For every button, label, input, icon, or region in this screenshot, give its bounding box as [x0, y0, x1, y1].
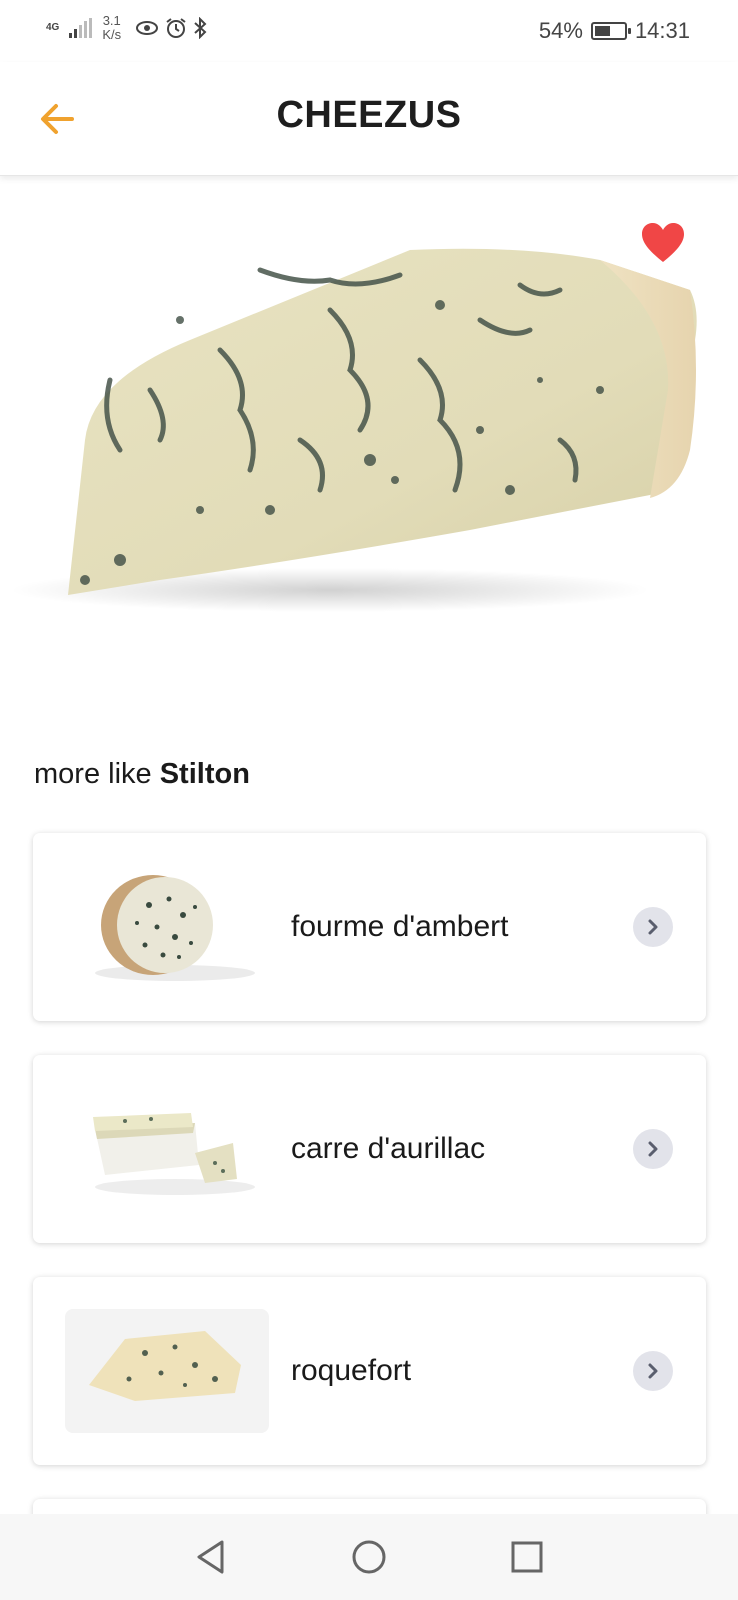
status-left: 4G 3.1 K/s [46, 14, 207, 42]
nav-recents-button[interactable] [507, 1537, 547, 1577]
cheese-name: fourme d'ambert [291, 910, 509, 943]
section-title: more like Stilton [34, 758, 250, 791]
speed-unit: K/s [102, 27, 122, 42]
section-cheese-name: Stilton [159, 758, 250, 790]
chevron-button[interactable] [633, 1351, 673, 1391]
alarm-icon [166, 18, 186, 38]
battery-percent: 54% [538, 18, 583, 43]
bluetooth-icon [194, 17, 207, 39]
network-type: 4G [46, 22, 60, 33]
nav-back-button[interactable] [191, 1537, 231, 1577]
cheese-thumbnail [65, 1309, 269, 1433]
list-item[interactable]: fourme d'ambert [33, 833, 706, 1021]
eye-icon [136, 21, 159, 35]
fourme-image [95, 875, 255, 981]
app-bar: CHEEZUS [0, 62, 738, 176]
network-speed: 3.1 K/s [102, 14, 121, 42]
square-recents-icon [511, 1541, 543, 1573]
clock: 14:31 [634, 18, 690, 43]
triangle-back-icon [197, 1540, 224, 1574]
battery-fill [594, 26, 610, 36]
battery-icon [590, 22, 631, 40]
favorite-button[interactable] [640, 222, 690, 268]
cheese-thumbnail [65, 865, 269, 989]
heart-icon [642, 223, 684, 262]
status-icons [135, 17, 207, 39]
chevron-right-icon [648, 1141, 658, 1157]
chevron-button[interactable] [633, 907, 673, 947]
signal-icon [69, 18, 93, 38]
list-item[interactable]: carre d'aurillac [33, 1055, 706, 1243]
cheese-name: roquefort [291, 1354, 412, 1387]
section-prefix: more like [34, 758, 152, 790]
chevron-button[interactable] [633, 1129, 673, 1169]
chevron-right-icon [648, 919, 658, 935]
list-item[interactable]: roquefort [33, 1277, 706, 1465]
carre-image [93, 1113, 255, 1195]
system-nav-bar [0, 1514, 738, 1600]
cheese-wedge-illustration [10, 248, 697, 612]
page-title: CHEEZUS [276, 94, 462, 136]
network-indicator: 4G [46, 23, 59, 33]
stilton-image [0, 190, 738, 690]
circle-home-icon [352, 1540, 386, 1574]
cheese-name: carre d'aurillac [291, 1132, 486, 1165]
roquefort-image [89, 1331, 241, 1401]
status-right: 54% 14:31 [539, 18, 690, 44]
status-bar: 4G 3.1 K/s 54% 14:31 [0, 0, 738, 62]
cheese-thumbnail [65, 1087, 269, 1211]
chevron-right-icon [648, 1363, 658, 1379]
nav-home-button[interactable] [349, 1537, 389, 1577]
speed-value: 3.1 [102, 13, 121, 28]
